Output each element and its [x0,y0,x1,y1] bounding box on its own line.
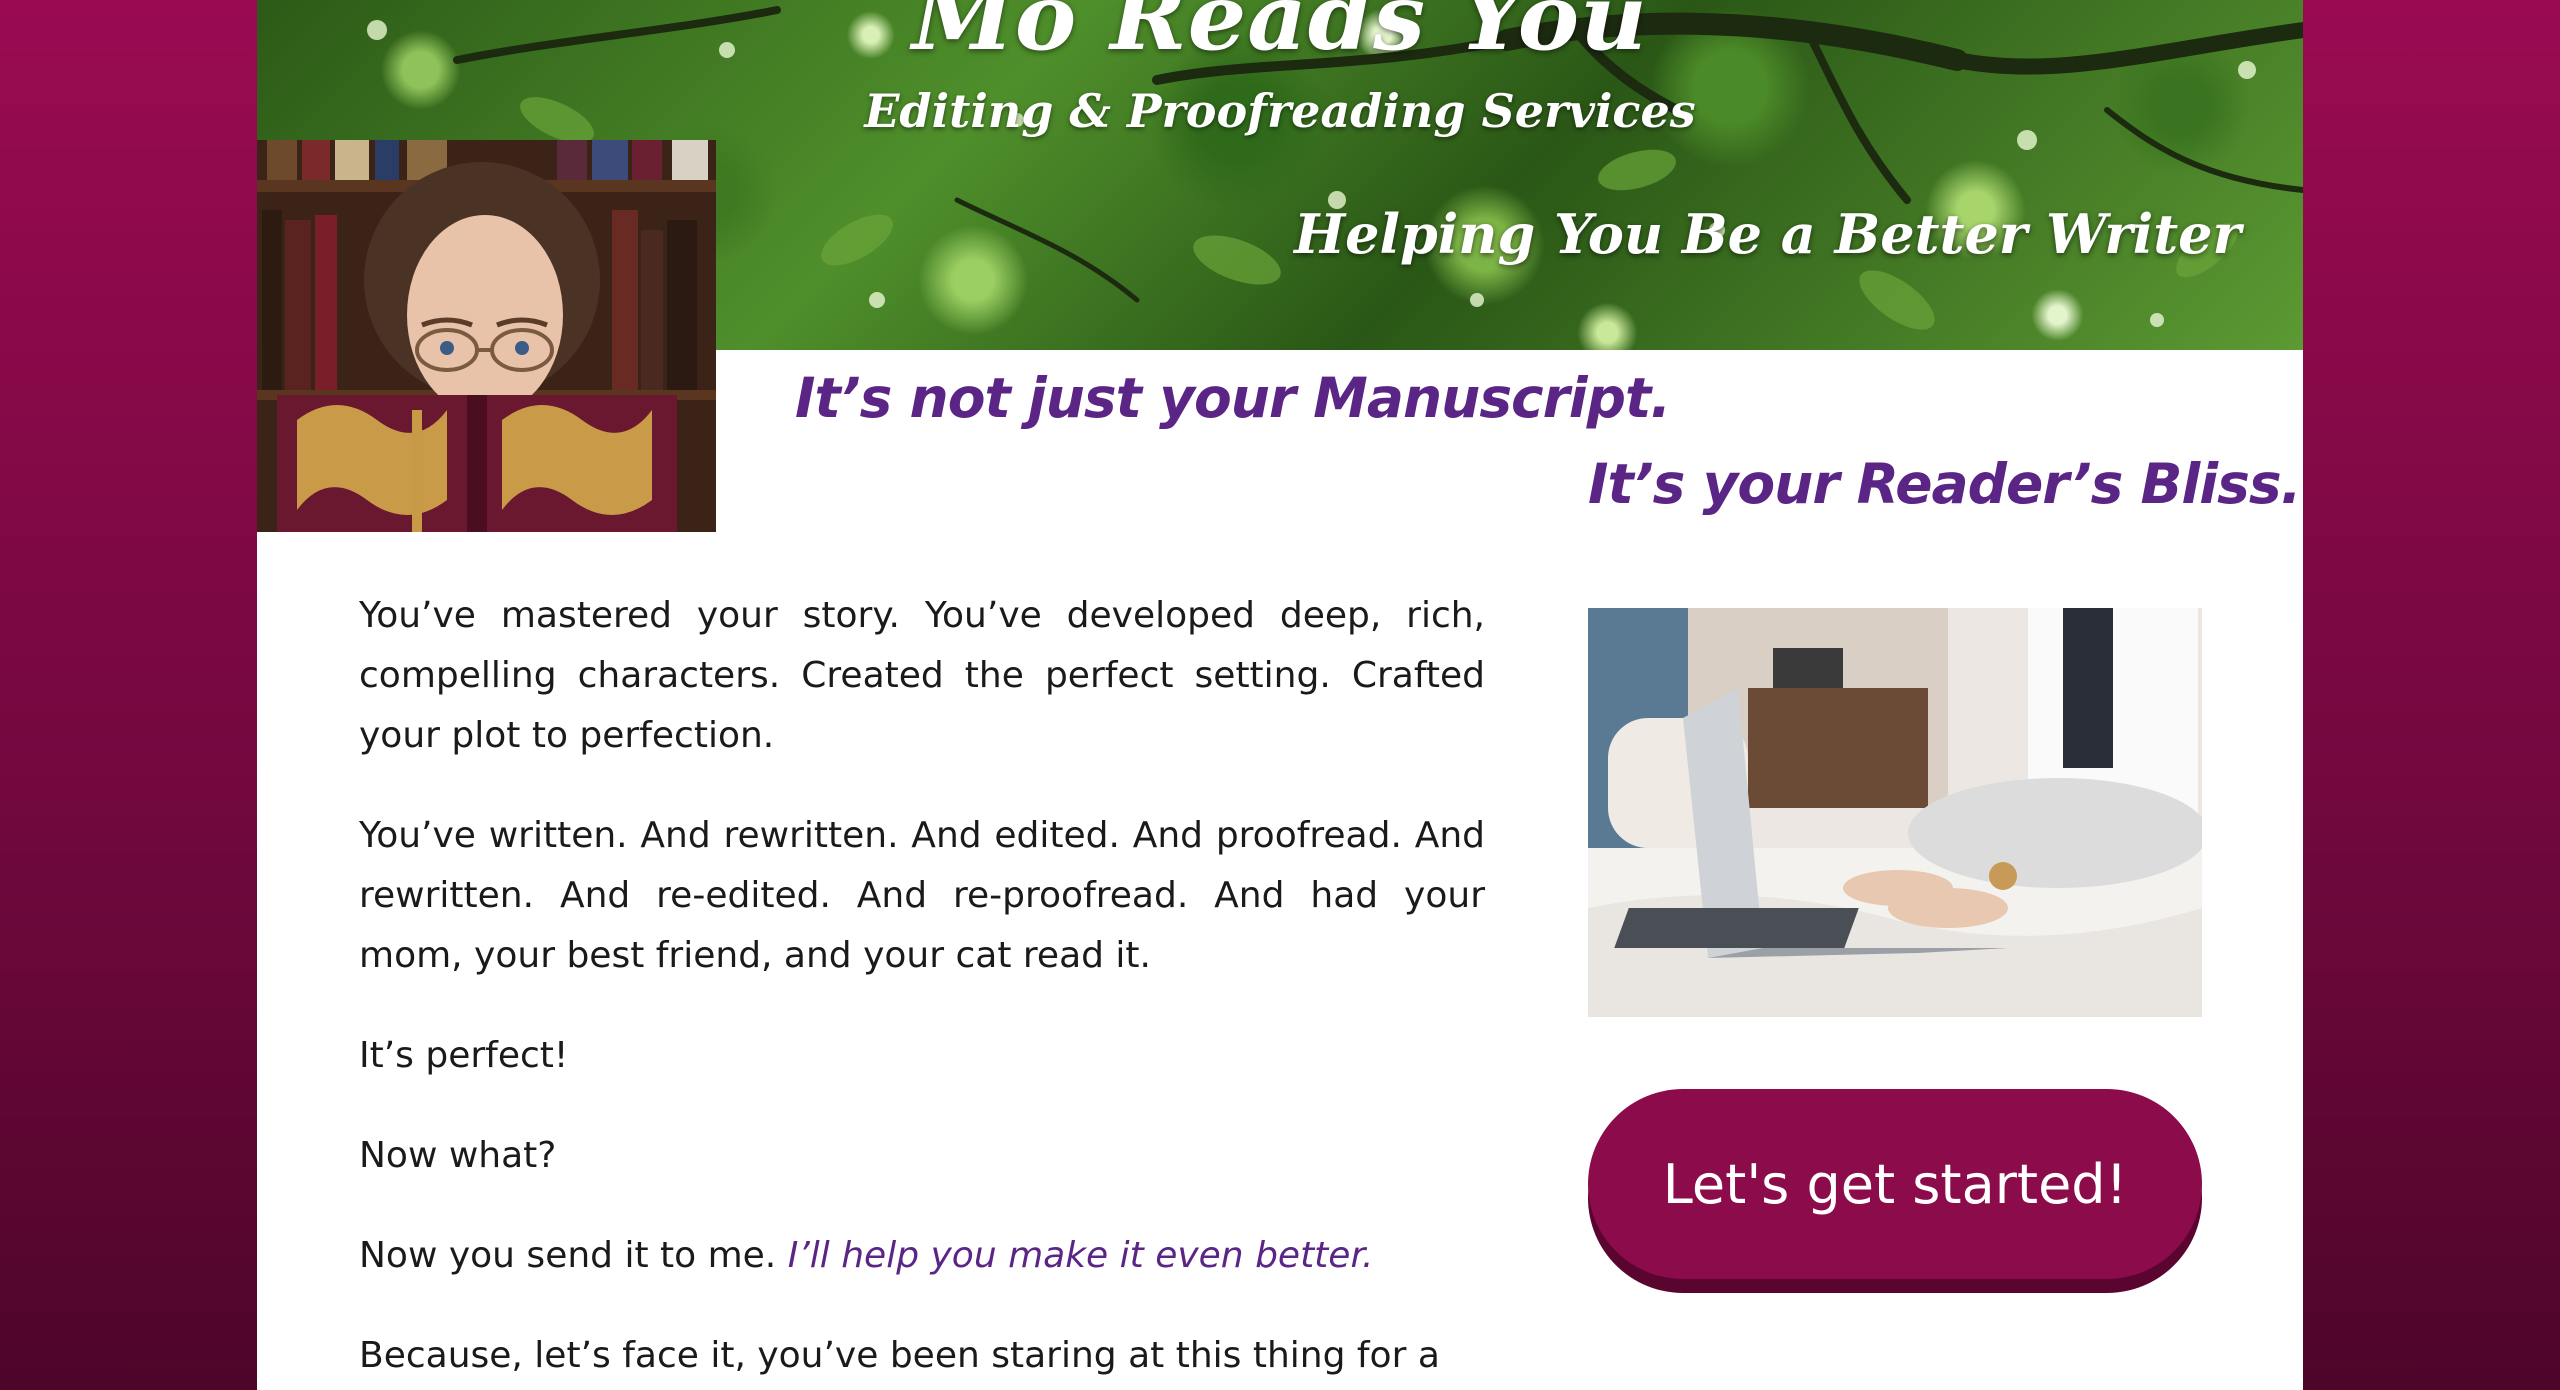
page-container: Mo Reads You Editing & Proofreading Serv… [257,0,2303,1390]
paragraph: Now what? [359,1135,557,1176]
send-accent-text: I’ll help you make it even better. [787,1235,1374,1276]
laptop-photo [1588,608,2202,1017]
site-title[interactable]: Mo Reads You [257,0,2303,78]
site-tagline: Helping You Be a Better Writer [1294,202,2241,266]
paragraph: It’s perfect! [359,1035,569,1076]
paragraph: Because, let’s face it, you’ve been star… [359,1335,1440,1376]
paragraph-send: Now you send it to me. I’ll help you mak… [359,1226,1485,1286]
get-started-button[interactable]: Let's get started! [1588,1089,2202,1279]
send-text: Now you send it to me. [359,1235,777,1276]
paragraph: You’ve mastered your story. You’ve devel… [359,595,1485,756]
paragraph: You’ve written. And rewritten. And edite… [359,815,1485,976]
headline-manuscript: It’s not just your Manuscript. [795,366,1671,430]
intro-text: You’ve mastered your story. You’ve devel… [359,586,1485,1390]
portrait-photo [257,140,716,532]
site-subtitle: Editing & Proofreading Services [864,84,1696,138]
headline-readers-bliss: It’s your Reader’s Bliss. [1588,452,2302,516]
